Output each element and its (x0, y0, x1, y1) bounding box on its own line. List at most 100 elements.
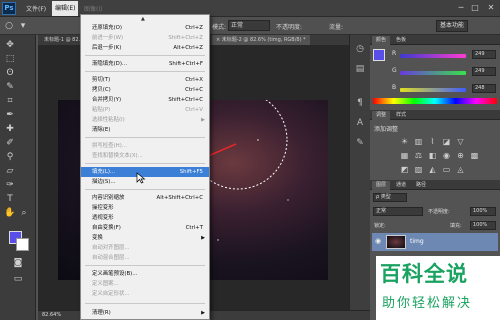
marquee-tool-icon[interactable]: ⬚ (4, 53, 16, 65)
gradient-map-icon[interactable]: ▭ (442, 165, 451, 174)
move-tool-icon[interactable]: ✥ (4, 39, 16, 51)
menu-item-clear[interactable]: 清除(E) (81, 125, 209, 135)
brightness-icon[interactable]: ☀ (400, 137, 409, 146)
tab-color[interactable]: 颜色 (372, 36, 391, 45)
menu-item-purge[interactable]: 清理(R) ▶ (81, 308, 209, 318)
tab-swatches[interactable]: 色板 (392, 36, 410, 45)
levels-icon[interactable]: ▥ (414, 137, 423, 146)
menu-item-define-pattern: 定义图案... (92, 281, 119, 287)
layer-opacity-field[interactable]: 100% (470, 207, 496, 216)
threshold-icon[interactable]: ◭ (428, 165, 437, 174)
selective-color-icon[interactable]: ◬ (456, 165, 465, 174)
slider-red: R 249 (392, 50, 498, 60)
scroll-up-icon[interactable]: ▲ (141, 16, 145, 22)
crop-tool-icon[interactable]: ⌗ (4, 95, 16, 107)
maximize-icon[interactable]: □ (468, 3, 482, 13)
close-icon[interactable]: ✕ (484, 3, 498, 13)
photo-filter-icon[interactable]: ◉ (442, 151, 451, 160)
hue-saturation-icon[interactable]: ▦ (400, 151, 409, 160)
adjust-panel-header: 调整 样式 (370, 110, 500, 120)
green-slider-track[interactable] (400, 71, 466, 75)
posterize-icon[interactable]: ▨ (414, 165, 423, 174)
tab-paths[interactable]: 路径 (412, 181, 430, 190)
brush-panel-icon[interactable]: ✎ (354, 137, 366, 149)
blue-value-field[interactable]: 248 (472, 84, 496, 93)
brush-tool-icon[interactable]: ✐ (4, 137, 16, 149)
paragraph-icon[interactable]: ¶ (354, 97, 366, 109)
layer-filter-select[interactable]: ρ 类型 (373, 193, 407, 202)
watermark-title: 百科全说 (380, 262, 468, 286)
clone-stamp-icon[interactable]: ⚲ (4, 151, 16, 163)
menu-item-undo-fill[interactable]: 还原填充(O) Ctrl+Z (81, 23, 209, 33)
brush-preset-icon[interactable]: ○ (3, 20, 15, 32)
layers-panel-header: 图层 通道 路径 (370, 180, 500, 190)
red-value-field[interactable]: 249 (472, 50, 496, 59)
tab-channels[interactable]: 通道 (392, 181, 410, 190)
minimize-icon[interactable]: ─ (454, 3, 468, 13)
menu-item-transform[interactable]: 变换 ▶ (81, 233, 209, 243)
quick-select-icon[interactable]: ✎ (4, 81, 16, 93)
layer-name[interactable]: timg (410, 238, 424, 245)
character-icon[interactable]: A (354, 117, 366, 129)
layer-opacity-label: 不透明度: (428, 209, 450, 215)
menu-image[interactable]: 图像(I) (84, 4, 102, 13)
properties-icon[interactable]: ▤ (354, 63, 366, 75)
star (257, 139, 259, 141)
zoom-level[interactable]: 82.64% (42, 312, 61, 318)
vibrance-icon[interactable]: ▽ (456, 137, 465, 146)
fill-label: 填充: (450, 223, 462, 229)
tab-document-2[interactable]: × 未标题-2 @ 82.6% (timg, RGB/8) * (212, 35, 310, 45)
workspace-button[interactable]: 基本功能 (436, 20, 469, 32)
menu-item-step-backward[interactable]: 后退一步(K) Alt+Ctrl+Z (81, 43, 209, 53)
red-slider-track[interactable] (400, 54, 466, 58)
history-icon[interactable]: ◷ (354, 43, 366, 55)
exposure-icon[interactable]: ◪ (442, 137, 451, 146)
lasso-tool-icon[interactable]: ʘ (4, 67, 16, 79)
layer-row-timg[interactable]: ◉ timg (372, 233, 498, 251)
visibility-eye-icon[interactable]: ◉ (375, 237, 381, 245)
healing-brush-icon[interactable]: ✚ (4, 123, 16, 135)
menu-separator (85, 163, 205, 164)
color-lookup-icon[interactable]: ▩ (470, 151, 479, 160)
eyedropper-icon[interactable]: ✒ (4, 109, 16, 121)
eraser-icon[interactable]: ▱ (4, 165, 16, 177)
dropdown-chevron-icon[interactable]: ▾ (17, 20, 29, 32)
quick-mask-icon[interactable]: ◙ (12, 257, 24, 269)
type-tool-icon[interactable]: T (4, 193, 16, 205)
tab-layers[interactable]: 图层 (372, 181, 391, 190)
color-ramp[interactable] (373, 98, 497, 104)
menu-item-free-transform[interactable]: 自由变换(F) Ctrl+T (81, 223, 209, 233)
zoom-tool-icon[interactable]: ⌕ (18, 207, 30, 219)
menu-item-fade-fill[interactable]: 渐隐填充(D)... Shift+Ctrl+F (81, 59, 209, 69)
color-panel-foreground[interactable] (373, 49, 385, 61)
hand-tool-icon[interactable]: ✋ (4, 207, 16, 219)
menu-item-content-aware-scale[interactable]: 内容识别缩放 Alt+Shift+Ctrl+C (81, 193, 209, 203)
menu-bar: Ps 文件(F) 编辑(E) 图像(I) ─ □ ✕ (0, 0, 500, 17)
black-white-icon[interactable]: ◧ (428, 151, 437, 160)
menu-item-copy[interactable]: 拷贝(C) Ctrl+C (81, 85, 209, 95)
screen-mode-icon[interactable]: ▭ (12, 273, 24, 285)
background-color-swatch[interactable] (16, 238, 29, 251)
fill-field[interactable]: 100% (470, 221, 496, 230)
menu-item-define-brush[interactable]: 定义画笔预设(B)... (81, 269, 209, 279)
menu-separator (85, 55, 205, 56)
blend-mode-select[interactable]: 正常 (373, 207, 423, 216)
color-balance-icon[interactable]: ⚖ (414, 151, 423, 160)
layer-thumbnail (386, 235, 406, 249)
menu-separator (85, 303, 205, 304)
menu-item-cut[interactable]: 剪切(T) Ctrl+X (81, 75, 209, 85)
mode-select[interactable]: 正常 (228, 20, 270, 31)
blue-slider-track[interactable] (400, 88, 466, 92)
green-value-field[interactable]: 249 (472, 67, 496, 76)
curves-icon[interactable]: ⌇ (428, 137, 437, 146)
tab-adjustments[interactable]: 调整 (372, 111, 391, 120)
menu-file[interactable]: 文件(F) (26, 4, 46, 13)
menu-item-puppet-warp[interactable]: 操控变形 (81, 203, 209, 213)
pen-tool-icon[interactable]: ✑ (4, 179, 16, 191)
channel-mixer-icon[interactable]: ⊕ (456, 151, 465, 160)
menu-item-perspective-warp[interactable]: 透视变形 (81, 213, 209, 223)
invert-icon[interactable]: ◩ (400, 165, 409, 174)
menu-edit[interactable]: 编辑(E) (52, 1, 79, 16)
tab-styles[interactable]: 样式 (392, 111, 410, 120)
menu-item-copy-merged[interactable]: 合并拷贝(Y) Shift+Ctrl+C (81, 95, 209, 105)
